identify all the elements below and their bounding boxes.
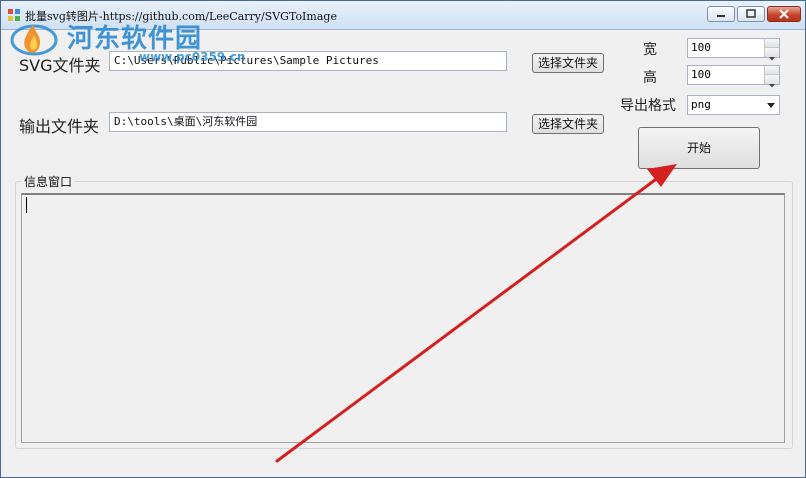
maximize-button[interactable] xyxy=(737,6,765,22)
width-value: 100 xyxy=(691,41,711,54)
dropdown-arrow-icon xyxy=(767,103,775,108)
log-output-textarea[interactable] xyxy=(21,193,785,443)
close-button[interactable] xyxy=(767,6,801,22)
height-label: 高 xyxy=(643,70,657,86)
minimize-button[interactable] xyxy=(707,6,735,22)
info-window-title: 信息窗口 xyxy=(21,173,76,190)
chevron-down-icon xyxy=(769,84,775,88)
output-folder-input[interactable]: D:\tools\桌面\河东软件园 xyxy=(109,112,507,132)
format-value: png xyxy=(691,98,711,111)
format-label: 导出格式 xyxy=(620,98,676,114)
width-increase-button[interactable] xyxy=(764,39,779,52)
watermark-url: www.pc0359.cn xyxy=(139,50,246,64)
watermark: 河东软件园 www.pc0359.cn xyxy=(9,14,245,66)
maximize-icon xyxy=(746,9,756,18)
browse-output-folder-button[interactable]: 选择文件夹 xyxy=(532,114,604,134)
text-caret xyxy=(26,197,27,213)
browse-svg-folder-button[interactable]: 选择文件夹 xyxy=(532,53,604,73)
chevron-down-icon xyxy=(769,57,775,61)
height-value: 100 xyxy=(691,68,711,81)
minimize-icon xyxy=(717,15,725,17)
height-stepper[interactable]: 100 xyxy=(687,65,780,88)
height-decrease-button[interactable] xyxy=(764,75,779,88)
close-icon xyxy=(779,9,789,19)
app-window: 批量svg转图片-https://github.com/LeeCarry/SVG… xyxy=(0,0,806,478)
format-select[interactable]: png xyxy=(687,95,780,115)
width-stepper[interactable]: 100 xyxy=(687,38,780,61)
width-label: 宽 xyxy=(643,42,657,58)
start-button[interactable]: 开始 xyxy=(638,127,760,169)
width-decrease-button[interactable] xyxy=(764,48,779,61)
flame-logo-icon xyxy=(10,24,58,56)
height-increase-button[interactable] xyxy=(764,66,779,79)
output-folder-label: 输出文件夹 xyxy=(19,117,100,136)
